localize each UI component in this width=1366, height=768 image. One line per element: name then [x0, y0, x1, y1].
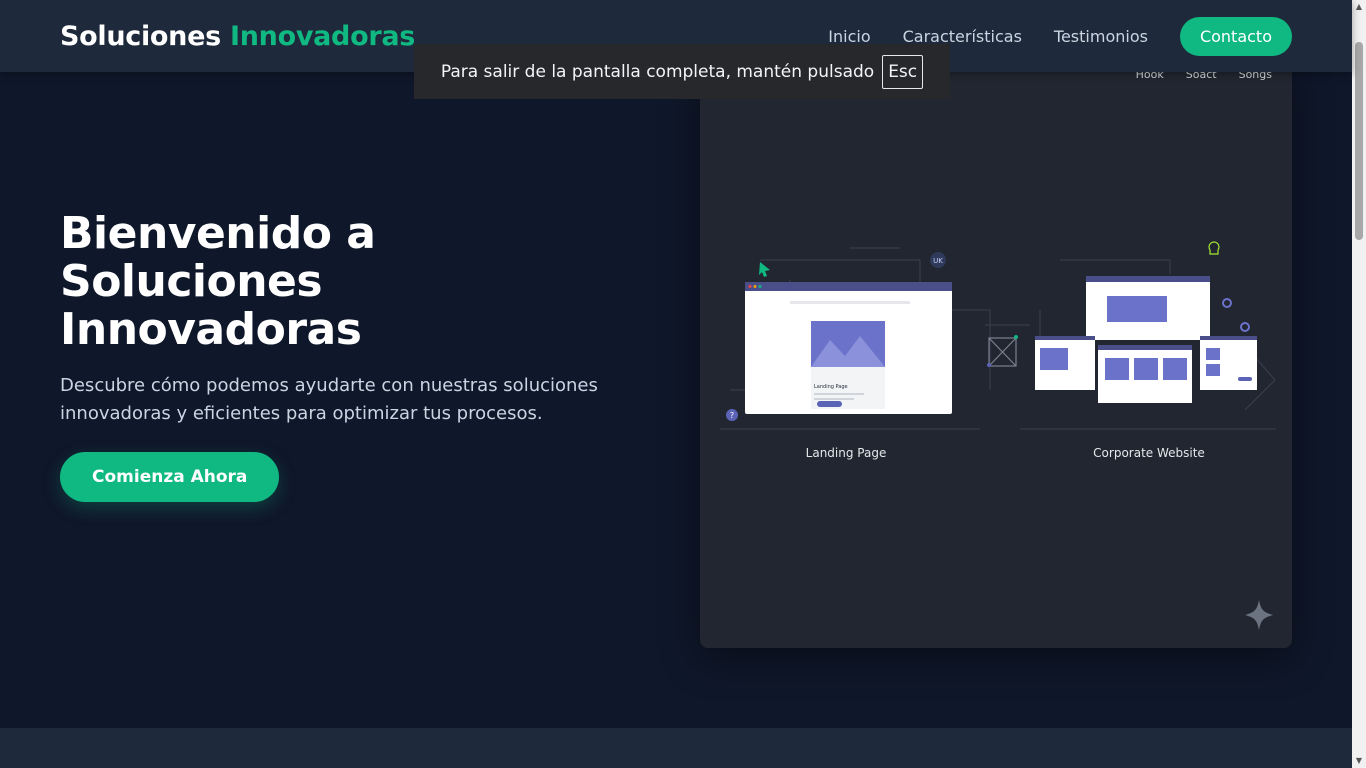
nav-inicio[interactable]: Inicio: [828, 27, 870, 46]
mockup-illustration: UK ? Landing Page: [720, 241, 1276, 630]
nav-caracteristicas[interactable]: Características: [903, 27, 1022, 46]
fullscreen-exit-toast: Para salir de la pantalla completa, mant…: [414, 44, 950, 99]
svg-text:Landing Page: Landing Page: [814, 384, 848, 390]
nav-testimonios[interactable]: Testimonios: [1054, 27, 1148, 46]
logo-accent: Innovadoras: [230, 20, 416, 52]
hero-subtitle: Descubre cómo podemos ayudarte con nuest…: [60, 375, 598, 424]
scroll-up-icon[interactable]: ▲: [1355, 3, 1363, 11]
badge-uk: UK: [930, 252, 946, 268]
lightbulb-icon: [1208, 241, 1220, 255]
get-started-button[interactable]: Comienza Ahora: [60, 452, 280, 502]
gear-icon-2: [1240, 322, 1250, 332]
scrollbar-thumb[interactable]: [1355, 42, 1363, 240]
hero-title-line-1: Bienvenido a: [60, 208, 376, 259]
corporate-website-mockups: [1035, 276, 1257, 403]
toast-message: Para salir de la pantalla completa, mant…: [440, 61, 875, 82]
scroll-down-icon[interactable]: ▼: [1355, 757, 1363, 765]
hero-image: Hook Soact Songs UK ? Landing Page Landi…: [700, 60, 1292, 648]
landing-page-mockup: Landing Page: [745, 282, 952, 414]
connector-diagram: [988, 337, 1017, 367]
hero-title: Bienvenido a Soluciones Innovadoras: [60, 210, 660, 354]
contact-button[interactable]: Contacto: [1179, 16, 1292, 56]
site-logo[interactable]: Soluciones Innovadoras: [60, 21, 415, 52]
hero-text: Bienvenido a Soluciones Innovadoras Desc…: [60, 210, 660, 502]
gear-icon: [1222, 298, 1232, 308]
caption-corporate-website: Corporate Website: [1093, 446, 1205, 460]
sparkle-icon: [1245, 600, 1273, 630]
hero-title-line-3: Innovadoras: [60, 304, 362, 355]
help-icon: ?: [726, 409, 738, 421]
caption-landing-page: Landing Page: [805, 446, 887, 460]
svg-text:UK: UK: [933, 257, 943, 265]
scrollbar[interactable]: ▲ ▼: [1352, 0, 1366, 768]
hero-title-line-2: Soluciones: [60, 256, 323, 307]
next-section: [0, 728, 1352, 768]
cursor-icon: [759, 262, 770, 277]
logo-main: Soluciones: [60, 20, 221, 52]
esc-key-label: Esc: [882, 54, 924, 89]
svg-text:?: ?: [730, 411, 734, 420]
